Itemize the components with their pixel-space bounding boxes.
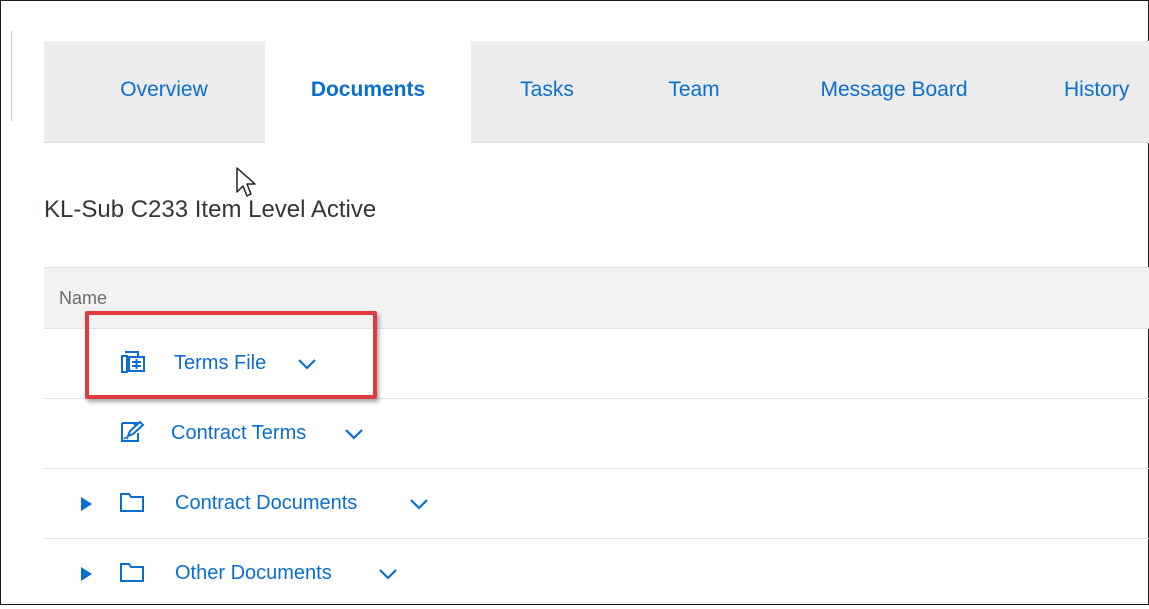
folder-icon [120,493,144,512]
contract-documents-link[interactable]: Contract Documents [175,492,357,515]
tab-team[interactable]: Team [644,41,744,143]
folder-icon [120,563,144,582]
tab-history[interactable]: History [1064,41,1149,143]
tab-tasks[interactable]: Tasks [499,41,595,143]
table-row-other-documents[interactable]: Other Documents [44,539,1149,609]
tab-overview[interactable]: Overview [84,41,244,143]
contract-terms-link[interactable]: Contract Terms [171,422,306,445]
expand-arrow-icon[interactable] [81,567,92,581]
highlight-annotation [85,311,377,399]
page-title: KL-Sub C233 Item Level Active [44,196,377,223]
mouse-cursor-icon [236,167,256,197]
tab-team-label: Team [668,78,720,101]
chevron-down-icon[interactable] [409,497,429,511]
tab-bar: Overview Documents Tasks Team Message Bo… [44,41,1149,144]
tab-documents-label: Documents [310,78,426,101]
contract-terms-icon [121,420,145,442]
tab-tasks-label: Tasks [520,78,574,101]
chevron-down-icon[interactable] [378,567,398,581]
tab-message-board[interactable]: Message Board [796,41,992,143]
table-row-contract-documents[interactable]: Contract Documents [44,469,1149,539]
tab-documents[interactable]: Documents [265,41,471,144]
chevron-down-icon[interactable] [344,427,364,441]
table-row-contract-terms[interactable]: Contract Terms [44,399,1149,469]
tab-overview-label: Overview [120,78,208,101]
other-documents-link[interactable]: Other Documents [175,562,332,585]
tab-message-board-label: Message Board [820,78,968,101]
left-divider [11,31,12,121]
tab-history-label: History [1064,78,1130,101]
column-header-name[interactable]: Name [59,288,107,309]
expand-arrow-icon[interactable] [81,497,92,511]
